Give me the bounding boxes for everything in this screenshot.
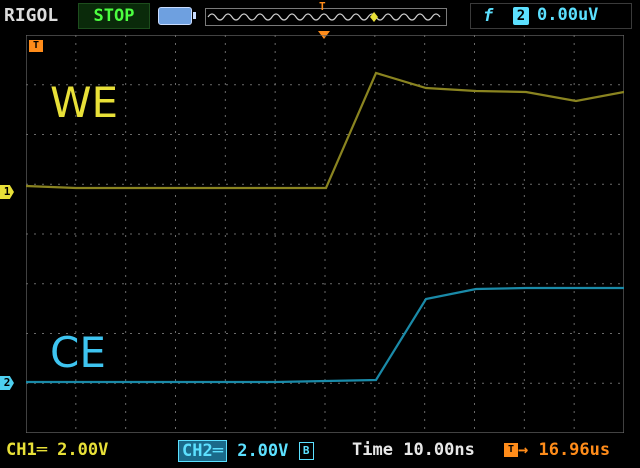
ch2-waveform — [26, 286, 624, 384]
trigger-level: 0.00uV — [537, 5, 599, 25]
bandwidth-limit-icon: B — [298, 442, 314, 460]
top-trigger-marker: T — [319, 0, 326, 13]
bottom-status-bar: CH1═ 2.00V CH2═ 2.00V B Time 10.00ns T → … — [0, 436, 640, 468]
timebase-value: 10.00ns — [403, 440, 475, 460]
trigger-position-icon: T — [504, 443, 518, 457]
run-stop-status[interactable]: STOP — [78, 3, 150, 29]
rising-edge-icon: f — [483, 6, 494, 26]
ch1-signal-label: WE — [50, 78, 119, 127]
top-status-bar: RIGOL STOP T f 2 0.00uV — [0, 0, 640, 30]
trigger-settings-box[interactable]: f 2 0.00uV — [470, 3, 632, 29]
ch2-scale-value: 2.00V — [237, 441, 289, 461]
ch2-tag: CH2═ — [178, 440, 227, 462]
ch2-signal-label: CE — [50, 328, 106, 377]
ch2-scale-info[interactable]: CH2═ 2.00V B — [178, 440, 326, 462]
timebase-info[interactable]: Time 10.00ns — [352, 440, 475, 460]
memory-waveform-icon — [207, 12, 441, 22]
timebase-label: Time — [352, 440, 393, 460]
ch1-offset-marker[interactable]: 1 — [0, 185, 14, 199]
memory-depth-strip — [205, 8, 447, 26]
ch1-scale-label[interactable]: CH1═ 2.00V — [6, 440, 108, 460]
trigger-source-channel: 2 — [513, 7, 529, 25]
brand-label: RIGOL — [4, 5, 59, 26]
trigger-position-info[interactable]: T → 16.96us — [504, 440, 610, 460]
trigger-position-value: → 16.96us — [518, 440, 611, 460]
ch2-offset-marker[interactable]: 2 — [0, 376, 14, 390]
battery-icon — [158, 7, 196, 25]
